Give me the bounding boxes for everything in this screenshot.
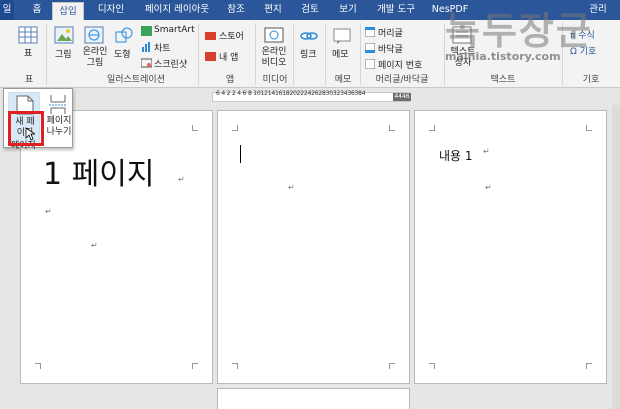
- smartart-button-label[interactable]: SmartArt: [154, 25, 195, 35]
- chart-icon[interactable]: [141, 42, 152, 55]
- ruler-end-marker[interactable]: 4446: [393, 93, 411, 101]
- document-page-3[interactable]: 내용 1 ↵ ↵: [414, 110, 607, 384]
- vertical-scrollbar[interactable]: [612, 105, 620, 409]
- picture-icon[interactable]: [54, 26, 74, 47]
- group-label-illustrations: 일러스트레이션: [107, 75, 165, 85]
- group-label-apps: 앱: [225, 75, 235, 85]
- store-button-label[interactable]: 스토어: [219, 29, 244, 42]
- margin-corner: [389, 125, 395, 131]
- page-break-icon: [49, 94, 67, 117]
- paragraph-mark: ↵: [485, 183, 492, 192]
- group-divider: [255, 23, 256, 85]
- tab-insert[interactable]: 삽입: [52, 2, 84, 21]
- link-icon[interactable]: [300, 28, 318, 47]
- header-button-label[interactable]: 머리글: [378, 26, 403, 39]
- page-1-heading[interactable]: 1 페이지: [43, 149, 154, 193]
- tab-page-layout[interactable]: 페이지 레이아웃: [138, 0, 216, 20]
- text-cursor: [240, 145, 241, 163]
- group-divider: [293, 23, 294, 85]
- group-label-table: 표: [24, 75, 34, 85]
- margin-corner: [232, 125, 238, 131]
- tab-references[interactable]: 참조: [222, 0, 250, 20]
- group-divider: [360, 23, 361, 85]
- page-number-button-label[interactable]: 페이지 번호: [378, 58, 422, 71]
- tab-file[interactable]: 일: [0, 0, 14, 20]
- footer-icon[interactable]: [364, 42, 376, 56]
- group-divider: [46, 23, 47, 85]
- margin-corner: [192, 125, 198, 131]
- header-icon[interactable]: [364, 26, 376, 40]
- page-number-icon[interactable]: [364, 58, 376, 72]
- page-3-text[interactable]: 내용 1: [439, 147, 473, 164]
- paragraph-mark: ↵: [45, 207, 52, 216]
- group-divider: [325, 23, 326, 85]
- margin-corner: [586, 125, 592, 131]
- mouse-cursor-icon: [25, 127, 37, 144]
- my-apps-button-label[interactable]: 내 앱: [219, 50, 238, 63]
- margin-corner: [35, 363, 41, 369]
- shapes-button-label[interactable]: 도형: [114, 47, 131, 60]
- memo-button-label[interactable]: 메모: [332, 47, 349, 60]
- horizontal-ruler[interactable]: 6 4 2 2 4 6 8 10121416182022242628303234…: [0, 88, 620, 105]
- chart-button-label[interactable]: 차트: [154, 41, 171, 54]
- footer-button-label[interactable]: 바닥글: [378, 42, 403, 55]
- shapes-icon[interactable]: [114, 26, 134, 47]
- online-picture-icon[interactable]: [84, 26, 104, 47]
- table-icon[interactable]: [18, 26, 38, 47]
- tab-home[interactable]: 홈: [26, 0, 48, 20]
- paragraph-mark: ↵: [91, 241, 98, 250]
- page-break-label: 페이지 나누기: [46, 116, 72, 137]
- online-video-button-label[interactable]: 온라인 비디오: [259, 47, 289, 69]
- tab-developer[interactable]: 개발 도구: [370, 0, 422, 20]
- group-label-memo: 메모: [334, 75, 352, 85]
- page-break-button[interactable]: 페이지 나누기: [44, 92, 72, 144]
- group-label-symbols: 기호: [582, 75, 600, 85]
- link-button-label[interactable]: 링크: [300, 47, 317, 60]
- tab-review[interactable]: 검토: [296, 0, 324, 20]
- screenshot-button-label[interactable]: 스크린샷: [154, 57, 187, 70]
- watermark-url: mainia.tistory.com: [445, 50, 561, 63]
- tab-design[interactable]: 디자인: [91, 0, 131, 20]
- group-label-text: 텍스트: [490, 75, 516, 85]
- paragraph-mark: ↵: [288, 183, 295, 192]
- tab-view[interactable]: 보기: [334, 0, 362, 20]
- margin-corner: [232, 363, 238, 369]
- margin-corner: [389, 363, 395, 369]
- paragraph-mark: ↵: [483, 147, 490, 156]
- document-page-2[interactable]: ↵: [217, 110, 410, 384]
- store-icon[interactable]: [205, 30, 216, 43]
- screenshot-icon[interactable]: [140, 58, 153, 71]
- tab-mailings[interactable]: 편지: [259, 0, 287, 20]
- paragraph-mark: ↵: [178, 175, 185, 184]
- smartart-icon[interactable]: [141, 26, 152, 39]
- memo-icon[interactable]: [333, 28, 351, 47]
- margin-corner: [429, 363, 435, 369]
- margin-corner: [192, 363, 198, 369]
- margin-corner: [429, 125, 435, 131]
- document-page-4-top[interactable]: [217, 388, 410, 409]
- picture-button-label[interactable]: 그림: [55, 47, 72, 60]
- document-page-1[interactable]: 1 페이지 ↵ ↵ ↵: [20, 110, 213, 384]
- group-label-media: 미디어: [262, 75, 288, 85]
- ruler-numbers: 6 4 2 2 4 6 8 10121416182022242628303234…: [216, 90, 366, 97]
- online-video-icon[interactable]: [264, 26, 284, 47]
- watermark-title: 녹두장군: [445, 8, 593, 53]
- table-button-label[interactable]: 표: [24, 46, 32, 59]
- group-divider: [198, 23, 199, 85]
- group-label-header-footer: 머리글/바닥글: [375, 75, 429, 85]
- my-apps-icon[interactable]: [205, 51, 216, 64]
- online-picture-button-label[interactable]: 온라인 그림: [80, 47, 110, 69]
- margin-corner: [586, 363, 592, 369]
